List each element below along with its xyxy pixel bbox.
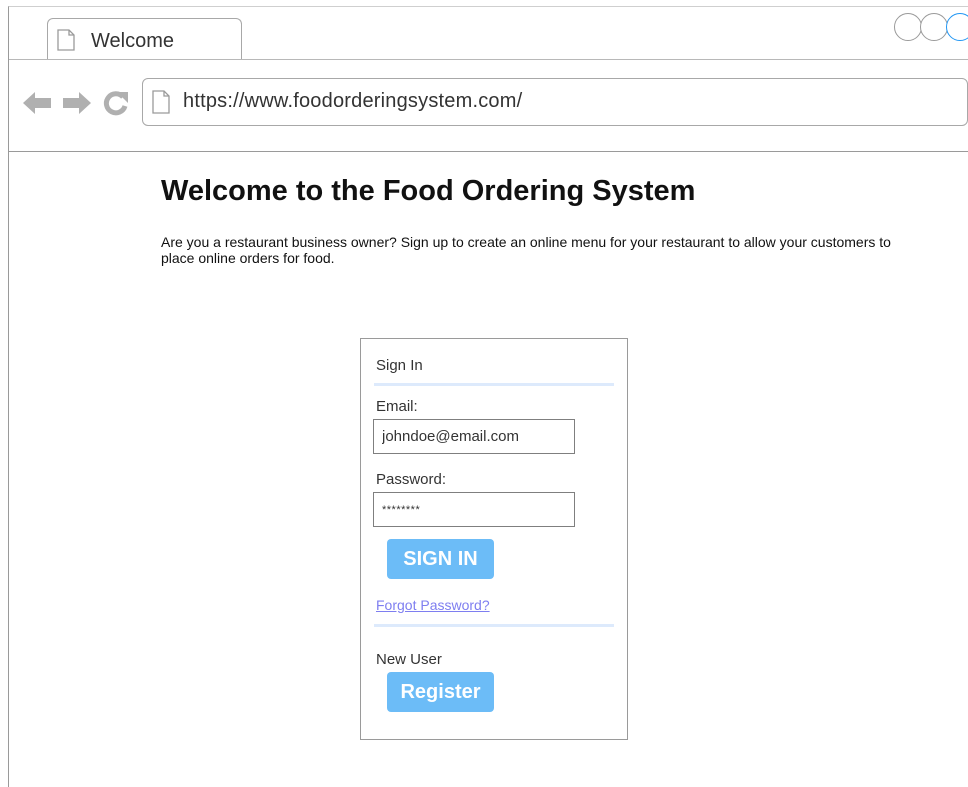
- email-label: Email:: [376, 398, 418, 415]
- tab-title: Welcome: [91, 30, 174, 52]
- page-title: Welcome to the Food Ordering System: [161, 175, 696, 207]
- page-icon: [152, 90, 170, 114]
- divider: [374, 383, 614, 386]
- forward-arrow-icon[interactable]: [63, 90, 91, 116]
- browser-window: Welcome https://www.foodorderingsystem.c…: [8, 6, 968, 787]
- address-bar[interactable]: https://www.foodorderingsystem.com/: [142, 78, 968, 126]
- window-control-icon[interactable]: [946, 13, 968, 41]
- intro-text: Are you a restaurant business owner? Sig…: [161, 234, 891, 266]
- password-field[interactable]: [373, 492, 575, 527]
- signin-card: Sign In Email: Password: SIGN IN Forgot …: [360, 338, 628, 740]
- forgot-password-link[interactable]: Forgot Password?: [376, 597, 490, 613]
- url-text: https://www.foodorderingsystem.com/: [183, 90, 523, 112]
- back-arrow-icon[interactable]: [23, 90, 51, 116]
- reload-icon[interactable]: [103, 90, 129, 116]
- window-control-icon[interactable]: [894, 13, 922, 41]
- browser-tab[interactable]: Welcome: [47, 18, 242, 60]
- signin-heading: Sign In: [376, 357, 423, 374]
- register-button[interactable]: Register: [387, 672, 494, 712]
- nav-divider: [9, 151, 968, 152]
- password-label: Password:: [376, 471, 447, 488]
- window-control-icon[interactable]: [920, 13, 948, 41]
- window-controls: [894, 13, 968, 41]
- new-user-label: New User: [376, 651, 442, 668]
- email-field[interactable]: [373, 419, 575, 454]
- navigation-bar: https://www.foodorderingsystem.com/: [9, 60, 968, 152]
- page-icon: [57, 29, 75, 51]
- divider: [374, 624, 614, 627]
- signin-button[interactable]: SIGN IN: [387, 539, 494, 579]
